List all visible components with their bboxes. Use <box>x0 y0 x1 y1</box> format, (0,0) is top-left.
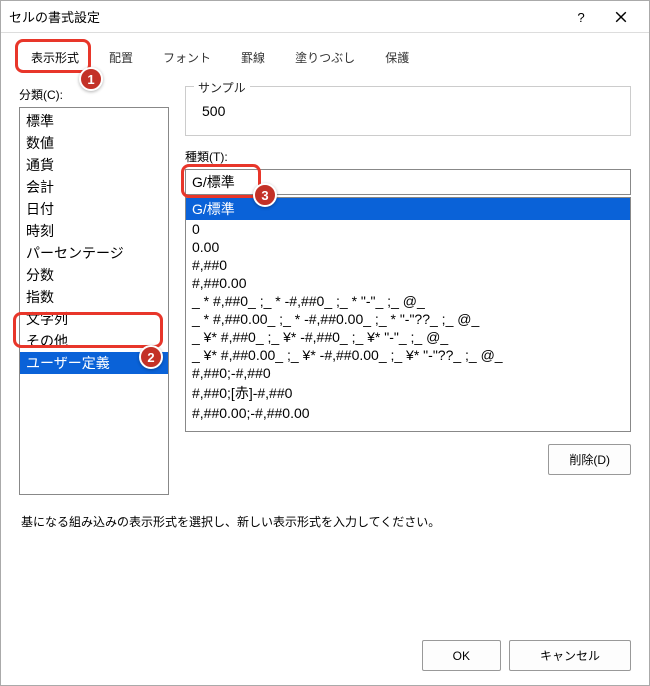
sample-label: サンプル <box>194 79 250 96</box>
category-item[interactable]: 日付 <box>20 198 168 220</box>
hint-text: 基になる組み込みの表示形式を選択し、新しい表示形式を入力してください。 <box>19 513 631 530</box>
dialog-footer: OK キャンセル <box>422 640 631 671</box>
annotation-badge-2: 2 <box>139 345 163 369</box>
type-list[interactable]: G/標準00.00#,##0#,##0.00_ * #,##0_ ;_ * -#… <box>185 197 631 432</box>
type-label: 種類(T): <box>185 148 631 165</box>
category-item[interactable]: 標準 <box>20 110 168 132</box>
tab-number-format[interactable]: 表示形式 <box>19 43 91 72</box>
category-item[interactable]: 数値 <box>20 132 168 154</box>
category-item[interactable]: 通貨 <box>20 154 168 176</box>
type-list-item[interactable]: _ ¥* #,##0.00_ ;_ ¥* -#,##0.00_ ;_ ¥* "-… <box>186 346 630 364</box>
tab-alignment[interactable]: 配置 <box>97 43 145 72</box>
type-list-item[interactable]: #,##0.00;-#,##0.00 <box>186 404 630 422</box>
cancel-button[interactable]: キャンセル <box>509 640 631 671</box>
category-item[interactable]: 会計 <box>20 176 168 198</box>
svg-text:?: ? <box>577 11 584 23</box>
titlebar: セルの書式設定 ? <box>1 1 649 33</box>
type-list-item[interactable]: G/標準 <box>186 198 630 220</box>
category-item[interactable]: 指数 <box>20 286 168 308</box>
tab-protection[interactable]: 保護 <box>373 43 421 72</box>
sample-value: 500 <box>198 103 618 119</box>
category-item[interactable]: パーセンテージ <box>20 242 168 264</box>
tab-border[interactable]: 罫線 <box>229 43 277 72</box>
ok-button[interactable]: OK <box>422 640 501 671</box>
tab-font[interactable]: フォント <box>151 43 223 72</box>
sample-box: サンプル 500 <box>185 86 631 136</box>
tab-fill[interactable]: 塗りつぶし <box>283 43 367 72</box>
type-list-item[interactable]: #,##0.00 <box>186 274 630 292</box>
type-list-item[interactable]: _ * #,##0_ ;_ * -#,##0_ ;_ * "-"_ ;_ @_ <box>186 292 630 310</box>
type-list-item[interactable]: #,##0;-#,##0 <box>186 364 630 382</box>
category-list[interactable]: 標準数値通貨会計日付時刻パーセンテージ分数指数文字列その他ユーザー定義 <box>19 107 169 495</box>
category-item[interactable]: 文字列 <box>20 308 168 330</box>
type-list-item[interactable]: 0.00 <box>186 238 630 256</box>
tab-bar: 表示形式 配置 フォント 罫線 塗りつぶし 保護 1 <box>19 43 631 72</box>
annotation-badge-1: 1 <box>79 67 103 91</box>
type-list-item[interactable]: #,##0 <box>186 256 630 274</box>
category-item[interactable]: 分数 <box>20 264 168 286</box>
type-list-item[interactable]: _ * #,##0.00_ ;_ * -#,##0.00_ ;_ * "-"??… <box>186 310 630 328</box>
annotation-badge-3: 3 <box>253 183 277 207</box>
category-item[interactable]: 時刻 <box>20 220 168 242</box>
type-list-item[interactable]: 0 <box>186 220 630 238</box>
help-button[interactable]: ? <box>561 5 601 29</box>
type-input[interactable] <box>185 169 631 195</box>
type-list-item[interactable]: _ ¥* #,##0_ ;_ ¥* -#,##0_ ;_ ¥* "-"_ ;_ … <box>186 328 630 346</box>
close-button[interactable] <box>601 5 641 29</box>
delete-button[interactable]: 削除(D) <box>548 444 631 475</box>
window-title: セルの書式設定 <box>9 7 561 26</box>
type-list-item[interactable]: #,##0;[赤]-#,##0 <box>186 382 630 404</box>
